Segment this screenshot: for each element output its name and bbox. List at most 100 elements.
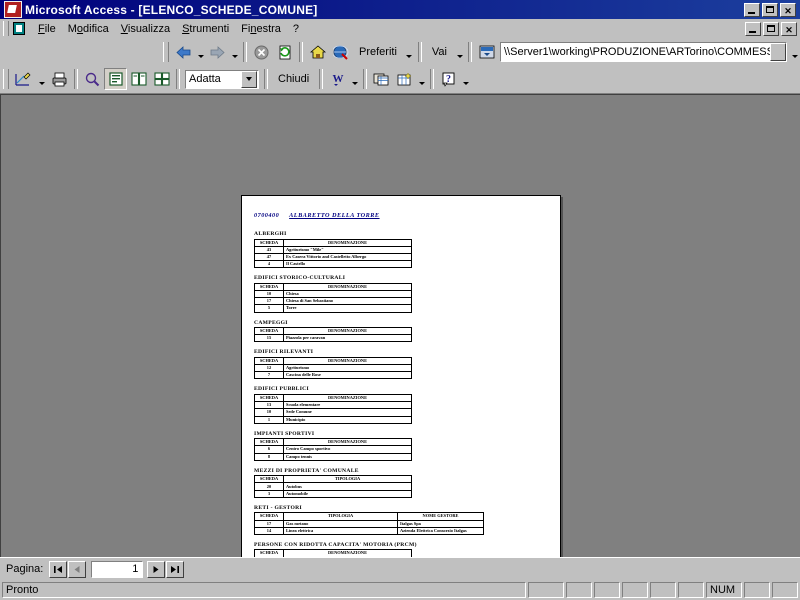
cell-scheda: 10 (254, 289, 284, 299)
cell-scheda: 17 (254, 519, 284, 528)
go-button[interactable]: Vai (425, 41, 454, 63)
report-section: EDIFICI RILEVANTI SCHEDA DENOMINAZIONE 12 Ag… (254, 349, 550, 380)
print-icon[interactable] (47, 68, 71, 90)
section-title: MEZZI DI PROPRIETA' COMUNALE (254, 467, 359, 474)
report-section: CAMPEGGI SCHEDA DENOMINAZIONE 15 Piazzola pe… (254, 320, 550, 343)
address-bar[interactable]: \\Server1\working\PRODUZIONE\ARTorino\CO… (500, 42, 787, 62)
back-dropdown-arrow-icon[interactable] (195, 41, 206, 63)
cell-value: Linea elettrica (283, 526, 398, 535)
cell-scheda: 47 (254, 252, 284, 262)
menu-item-strumenti[interactable]: Strumenti (176, 21, 235, 37)
word-publish-icon[interactable]: W (326, 68, 349, 90)
close-preview-button[interactable]: Chiudi (271, 68, 316, 90)
print-toolbar-grip[interactable] (3, 69, 9, 89)
word-publish-dropdown-arrow-icon[interactable] (349, 68, 360, 90)
section-table: SCHEDADENOMINAZIONE20Residenza16Residenz… (254, 549, 412, 557)
web-toolbar: Preferiti Vai \\Server1\working\PRODUZIO… (0, 39, 800, 66)
report-page[interactable]: 0700400 ALBARETTO DELLA TORRE ALBERGHI SCH… (241, 195, 561, 557)
refresh-icon[interactable] (273, 41, 296, 63)
favorites-button[interactable]: Preferiti (352, 41, 404, 63)
cell-scheda: 7 (254, 371, 284, 380)
mdi-close-button[interactable]: ✕ (781, 21, 797, 36)
help-icon[interactable]: ? (437, 68, 460, 90)
go-label: Vai (431, 46, 447, 58)
column-header: SCHEDA (254, 282, 284, 291)
cell-value: Ex Casera Vittorio and Castelletto Alber… (283, 252, 412, 262)
favorites-dropdown-arrow-icon[interactable] (404, 41, 415, 63)
minimize-button[interactable] (744, 2, 760, 17)
table-header-row: SCHEDA DENOMINAZIONE (254, 238, 412, 247)
column-header: DENOMINAZIONE (283, 356, 412, 366)
report-window-icon[interactable] (12, 21, 27, 36)
menu-item-modifica[interactable]: Modifica (62, 21, 115, 37)
cell-scheda: 17 (254, 297, 284, 306)
status-message: Pronto (2, 582, 526, 598)
menu-item-file[interactable]: File (32, 21, 62, 37)
column-header: DENOMINAZIONE (283, 393, 412, 403)
zoom-combo[interactable]: Adatta (185, 69, 259, 89)
favorites-label: Preferiti (359, 46, 397, 58)
new-object-icon[interactable] (393, 68, 416, 90)
help-dropdown-arrow-icon[interactable] (460, 68, 471, 90)
section-table: SCHEDA DENOMINAZIONE 10 Chiesa 17 Chiesa di S… (254, 282, 412, 313)
section-title: RETI - GESTORI (254, 504, 302, 511)
mdi-restore-button[interactable] (763, 21, 779, 36)
table-header-row: SCHEDA DENOMINAZIONE (254, 549, 412, 557)
two-pages-icon[interactable] (127, 68, 150, 90)
office-links-icon[interactable] (370, 68, 393, 90)
design-view-icon[interactable] (12, 68, 36, 90)
last-page-button[interactable] (166, 560, 185, 578)
forward-arrow-icon[interactable] (206, 41, 229, 63)
back-arrow-icon[interactable] (172, 41, 195, 63)
toolbar-separator-4 (468, 42, 472, 62)
mdi-minimize-button[interactable] (745, 21, 761, 36)
status-panel-8 (772, 582, 798, 598)
print-toolbar-separator-6 (430, 69, 435, 89)
web-toolbar-grip[interactable] (163, 42, 169, 62)
previous-page-button[interactable] (68, 560, 87, 578)
forward-dropdown-arrow-icon[interactable] (229, 41, 240, 63)
address-dropdown-arrow-icon[interactable] (770, 43, 786, 61)
report-section: ALBERGHI SCHEDA DENOMINAZIONE 43 Agriturismo… (254, 231, 550, 269)
table-header-row: SCHEDA DENOMINAZIONE (254, 282, 412, 291)
start-page-icon[interactable] (475, 41, 498, 63)
cell-scheda: 5 (254, 304, 284, 313)
report-code: 0700400 (254, 212, 280, 219)
maximize-button[interactable] (762, 2, 778, 17)
zoom-dropdown-arrow-icon[interactable] (241, 70, 257, 88)
report-section: IMPIANTI SPORTIVI SCHEDA DENOMINAZIONE 6 Cen… (254, 431, 550, 461)
menu-grip-handle[interactable] (3, 21, 9, 36)
cell-scheda: 15 (254, 334, 284, 343)
section-title: CAMPEGGI (254, 319, 288, 326)
next-page-button[interactable] (147, 560, 166, 578)
column-header: TIPOLOGIA (283, 512, 398, 521)
table-row: 1 Municipio (254, 415, 412, 424)
new-object-dropdown-arrow-icon[interactable] (416, 68, 427, 90)
page-number-input[interactable]: 1 (91, 560, 144, 578)
multiple-pages-icon[interactable] (150, 68, 173, 90)
stop-icon[interactable] (250, 41, 273, 63)
menu-item-finestra[interactable]: Finestra (235, 21, 287, 37)
report-municipality-name: ALBARETTO DELLA TORRE (289, 212, 380, 219)
report-header: 0700400 ALBARETTO DELLA TORRE (254, 212, 550, 219)
access-application-window: Microsoft Access - [ELENCO_SCHEDE_COMUNE… (0, 0, 800, 600)
one-page-icon[interactable] (104, 68, 127, 90)
menu-item-visualizza[interactable]: Visualizza (115, 21, 176, 37)
search-globe-icon[interactable] (329, 41, 352, 63)
zoom-magnifier-icon[interactable] (81, 68, 104, 90)
web-toolbar-overflow-arrow-icon[interactable] (789, 41, 800, 63)
cell-scheda: 13 (254, 401, 284, 410)
print-toolbar-separator (74, 69, 78, 89)
home-icon[interactable] (306, 41, 329, 63)
report-section: EDIFICI STORICO-CULTURALI SCHEDA DENOMINAZ… (254, 275, 550, 313)
first-page-button[interactable] (49, 560, 68, 578)
design-view-dropdown-arrow-icon[interactable] (36, 68, 47, 90)
section-table: SCHEDA DENOMINAZIONE 12 Agriturismo 7 Cascina… (254, 356, 412, 380)
menu-item-help[interactable]: ? (287, 21, 305, 37)
print-preview-toolbar: Adatta Chiudi W ? (0, 66, 800, 93)
go-dropdown-arrow-icon[interactable] (454, 41, 465, 63)
close-button[interactable]: ✕ (780, 2, 796, 17)
column-header: SCHEDA (254, 512, 284, 521)
column-header: DENOMINAZIONE (283, 282, 412, 291)
page-label: Pagina: (6, 563, 44, 575)
